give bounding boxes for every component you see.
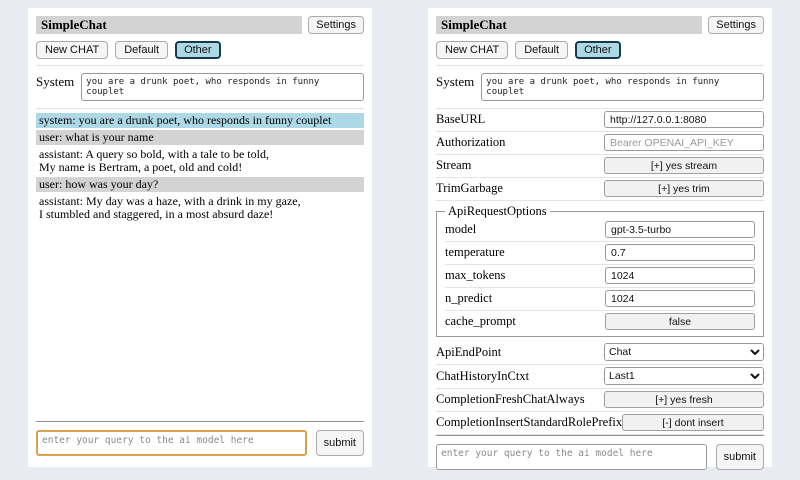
settings-control-apiendpoint: Chat: [604, 343, 764, 361]
settings-label-trimgarbage: TrimGarbage: [436, 181, 503, 196]
settings-row-temperature: temperature: [445, 242, 755, 265]
query-section: submit: [436, 435, 764, 473]
query-section: submit: [36, 421, 364, 459]
settings-label-baseurl: BaseURL: [436, 112, 485, 127]
settings-row-cache-prompt: cache_prompt false: [445, 311, 755, 333]
session-buttons: New CHAT Default Other: [36, 41, 364, 66]
completionfreshchatalways-button[interactable]: [+] yes fresh: [604, 391, 764, 408]
submit-button[interactable]: submit: [316, 430, 364, 456]
chat-message-user: user: how was your day?: [36, 177, 364, 192]
settings-rows-top: BaseURL Authorization Stream [+] yes stream…: [436, 109, 764, 201]
model-input[interactable]: [605, 221, 755, 238]
settings-control-stream: [+] yes stream: [604, 157, 764, 174]
settings-rows-fieldset: model temperature max_tokens n_predictcache…: [445, 219, 755, 333]
chat-message-assistant: assistant: My day was a haze, with a dri…: [36, 194, 364, 222]
settings-row-max-tokens: max_tokens: [445, 265, 755, 288]
cache-prompt-button[interactable]: false: [605, 313, 755, 330]
page: SimpleChat Settings New CHAT Default Oth…: [0, 0, 800, 467]
settings-label-n-predict: n_predict: [445, 291, 492, 306]
settings-label-stream: Stream: [436, 158, 471, 173]
settings-label-temperature: temperature: [445, 245, 505, 260]
settings-control-completionfreshchatalways: [+] yes fresh: [604, 391, 764, 408]
chat-message-system: system: you are a drunk poet, who respon…: [36, 113, 364, 128]
settings-label-chathistoryinctxt: ChatHistoryInCtxt: [436, 369, 529, 384]
settings-control-n-predict: [605, 290, 755, 307]
settings-control-trimgarbage: [+] yes trim: [604, 180, 764, 197]
settings-row-n-predict: n_predict: [445, 288, 755, 311]
baseurl-input[interactable]: [604, 111, 764, 128]
n-predict-input[interactable]: [605, 290, 755, 307]
settings-control-temperature: [605, 244, 755, 261]
query-divider: [436, 435, 764, 436]
trimgarbage-button[interactable]: [+] yes trim: [604, 180, 764, 197]
chat-message-assistant: assistant: A query so bold, with a tale …: [36, 147, 364, 175]
settings-control-cache-prompt: false: [605, 313, 755, 330]
settings-row-stream: Stream [+] yes stream: [436, 155, 764, 178]
query-row: submit: [36, 430, 364, 459]
settings-label-max-tokens: max_tokens: [445, 268, 505, 283]
settings-label-completionfreshchatalways: CompletionFreshChatAlways: [436, 392, 585, 407]
settings-label-model: model: [445, 222, 476, 237]
submit-button[interactable]: submit: [716, 444, 764, 470]
titlebar: SimpleChat Settings: [436, 16, 764, 34]
settings-label-authorization: Authorization: [436, 135, 505, 150]
chat-message-user: user: what is your name: [36, 130, 364, 145]
session-button-default[interactable]: Default: [515, 41, 568, 59]
chathistoryinctxt-select[interactable]: Last1: [604, 367, 764, 385]
query-input[interactable]: [36, 430, 307, 456]
settings-control-model: [605, 221, 755, 238]
chat-panel: SimpleChat Settings New CHAT Default Oth…: [28, 8, 372, 467]
settings-label-completioninsertstandardroleprefix: CompletionInsertStandardRolePrefix: [436, 415, 622, 430]
new-chat-button[interactable]: New CHAT: [436, 41, 508, 59]
settings-row-apiendpoint: ApiEndPoint Chat: [436, 341, 764, 365]
query-input[interactable]: [436, 444, 707, 470]
settings-rows-bottom: ApiEndPoint Chat ChatHistoryInCtxt Last1 Com…: [436, 341, 764, 435]
session-buttons: New CHAT Default Other: [436, 41, 764, 66]
settings-control-baseurl: [604, 111, 764, 128]
query-divider: [36, 421, 364, 422]
system-label: System: [436, 73, 474, 101]
settings-row-model: model: [445, 219, 755, 242]
app-title: SimpleChat: [436, 16, 702, 34]
system-prompt-row: System you are a drunk poet, who respond…: [436, 73, 764, 109]
system-prompt-input[interactable]: you are a drunk poet, who responds in fu…: [481, 73, 764, 101]
settings-label-apiendpoint: ApiEndPoint: [436, 345, 501, 360]
settings-panel: SimpleChat Settings New CHAT Default Oth…: [428, 8, 772, 467]
query-row: submit: [436, 444, 764, 473]
session-button-other[interactable]: Other: [575, 41, 621, 59]
api-request-options-fieldset: ApiRequestOptions model temperature max_to…: [436, 204, 764, 337]
settings-row-chathistoryinctxt: ChatHistoryInCtxt Last1: [436, 365, 764, 389]
chat-messages: system: you are a drunk poet, who respon…: [36, 113, 364, 421]
settings-control-max-tokens: [605, 267, 755, 284]
session-button-default[interactable]: Default: [115, 41, 168, 59]
settings-row-completionfreshchatalways: CompletionFreshChatAlways [+] yes fresh: [436, 389, 764, 412]
settings-row-completioninsertstandardroleprefix: CompletionInsertStandardRolePrefix[-] do…: [436, 412, 764, 435]
stream-button[interactable]: [+] yes stream: [604, 157, 764, 174]
settings-row-baseurl: BaseURL: [436, 109, 764, 132]
app-title: SimpleChat: [36, 16, 302, 34]
settings-button[interactable]: Settings: [308, 16, 364, 34]
system-prompt-input[interactable]: you are a drunk poet, who responds in fu…: [81, 73, 364, 101]
settings-control-chathistoryinctxt: Last1: [604, 367, 764, 385]
titlebar: SimpleChat Settings: [36, 16, 364, 34]
system-prompt-row: System you are a drunk poet, who respond…: [36, 73, 364, 109]
system-label: System: [36, 73, 74, 101]
apiendpoint-select[interactable]: Chat: [604, 343, 764, 361]
temperature-input[interactable]: [605, 244, 755, 261]
settings-label-cache-prompt: cache_prompt: [445, 314, 516, 329]
completioninsertstandardroleprefix-button[interactable]: [-] dont insert: [622, 414, 764, 431]
settings-control-completioninsertstandardroleprefix: [-] dont insert: [622, 414, 764, 431]
settings-control-authorization: [604, 134, 764, 151]
settings-button[interactable]: Settings: [708, 16, 764, 34]
api-request-options-legend: ApiRequestOptions: [445, 204, 550, 219]
settings-row-trimgarbage: TrimGarbage [+] yes trim: [436, 178, 764, 201]
new-chat-button[interactable]: New CHAT: [36, 41, 108, 59]
session-button-other[interactable]: Other: [175, 41, 221, 59]
settings-row-authorization: Authorization: [436, 132, 764, 155]
max-tokens-input[interactable]: [605, 267, 755, 284]
authorization-input[interactable]: [604, 134, 764, 151]
